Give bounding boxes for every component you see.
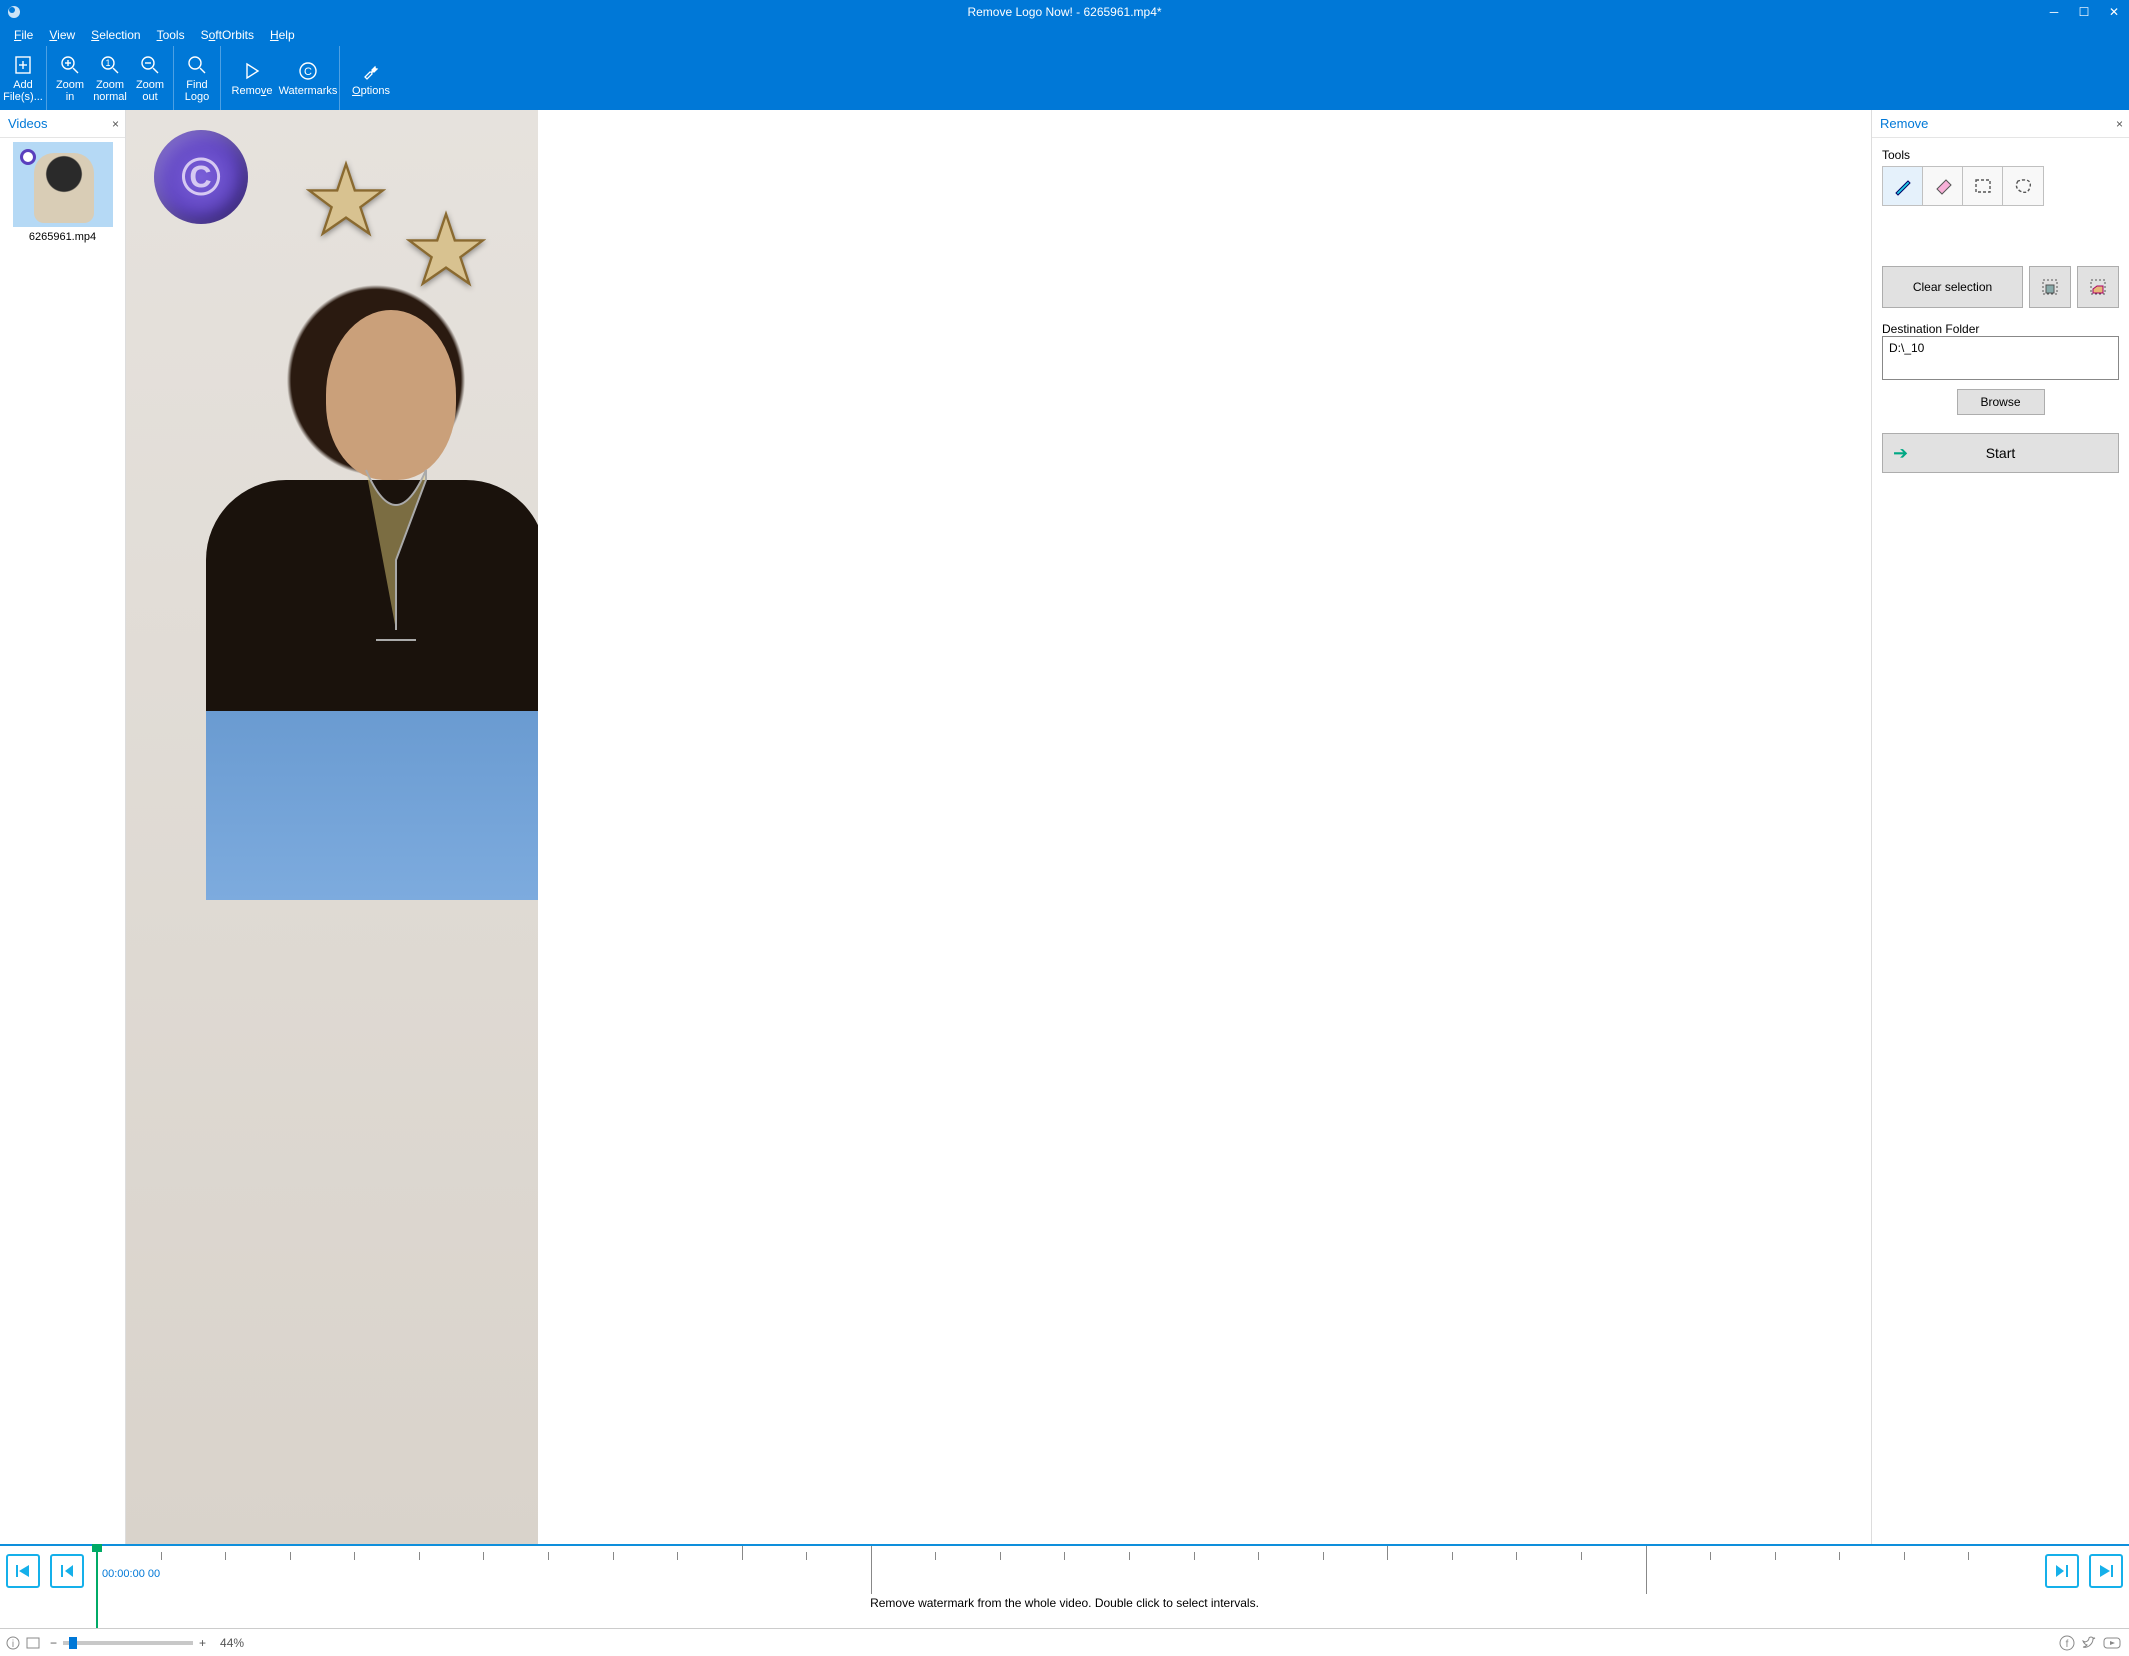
zoom-slider-track[interactable] <box>63 1641 193 1645</box>
start-arrow-icon: ➔ <box>1893 443 1908 464</box>
save-selection-button[interactable] <box>2029 266 2071 308</box>
svg-text:C: C <box>304 66 312 78</box>
video-thumbnail-image <box>13 142 113 227</box>
zoom-slider-thumb[interactable] <box>69 1637 77 1649</box>
timeline-time: 00:00:00 00 <box>102 1568 160 1580</box>
menu-selection[interactable]: Selection <box>83 26 148 44</box>
toolbar: Add File(s)... Zoom in 1 Zoom normal Zoo… <box>0 46 2129 110</box>
remove-panel: Remove × Tools Clear selection Destinati… <box>1871 110 2129 1544</box>
destination-folder-input[interactable] <box>1882 336 2119 380</box>
tools-label: Tools <box>1882 148 2119 162</box>
start-button[interactable]: ➔ Start <box>1882 433 2119 473</box>
video-thumbnail-item[interactable]: 6265961.mp4 <box>4 142 121 243</box>
options-label: Options <box>352 85 390 97</box>
zoom-normal-button[interactable]: 1 Zoom normal <box>90 46 130 110</box>
copyright-logo-overlay: © <box>154 130 248 224</box>
menu-softorbits[interactable]: SoftOrbits <box>193 26 262 44</box>
add-files-label: Add File(s)... <box>3 79 43 103</box>
zoom-in-label: Zoom in <box>56 79 84 103</box>
fit-screen-icon[interactable] <box>26 1636 40 1650</box>
zoom-plus-icon[interactable]: + <box>199 1636 206 1650</box>
menu-tools[interactable]: Tools <box>149 26 193 44</box>
play-icon <box>242 59 262 83</box>
zoom-out-button[interactable]: Zoom out <box>130 46 170 110</box>
preview-canvas[interactable]: © <box>126 110 1871 1544</box>
remove-button[interactable]: Remove <box>224 46 280 110</box>
load-selection-button[interactable] <box>2077 266 2119 308</box>
clear-selection-button[interactable]: Clear selection <box>1882 266 2023 308</box>
timeline: 00:00:00 00 Remove watermark from the wh… <box>0 1544 2129 1628</box>
window-title: Remove Logo Now! - 6265961.mp4* <box>967 5 1161 19</box>
skip-end-button[interactable] <box>2089 1554 2123 1588</box>
videos-panel-title: Videos <box>8 116 48 131</box>
zoom-minus-icon[interactable]: − <box>50 1636 57 1650</box>
zoom-out-icon <box>140 53 160 77</box>
copyright-icon: C <box>298 59 318 83</box>
menubar: File View Selection Tools SoftOrbits Hel… <box>0 24 2129 46</box>
menu-file[interactable]: File <box>6 26 41 44</box>
find-logo-button[interactable]: Find Logo <box>177 46 217 110</box>
svg-text:1: 1 <box>105 58 110 68</box>
rectangle-select-tool[interactable] <box>1963 167 2003 205</box>
browse-button[interactable]: Browse <box>1957 389 2045 415</box>
titlebar: Remove Logo Now! - 6265961.mp4* ─ ☐ ✕ <box>0 0 2129 24</box>
remove-panel-header: Remove × <box>1872 110 2129 138</box>
zoom-out-label: Zoom out <box>136 79 164 103</box>
facebook-icon[interactable]: f <box>2059 1635 2075 1651</box>
add-files-button[interactable]: Add File(s)... <box>3 46 43 110</box>
maximize-button[interactable]: ☐ <box>2069 0 2099 24</box>
watermarks-label: Watermarks <box>279 85 338 97</box>
info-icon[interactable]: i <box>6 1636 20 1650</box>
zoom-percent: 44% <box>220 1636 244 1650</box>
zoom-in-icon <box>60 53 80 77</box>
videos-panel: Videos × 6265961.mp4 <box>0 110 126 1544</box>
remove-panel-title: Remove <box>1880 116 1928 131</box>
watermarks-button[interactable]: C Watermarks <box>280 46 336 110</box>
tools-grid <box>1882 166 2044 206</box>
zoom-slider[interactable]: − + 44% <box>50 1636 244 1650</box>
lasso-select-tool[interactable] <box>2003 167 2043 205</box>
zoom-normal-label: Zoom normal <box>93 79 127 103</box>
youtube-icon[interactable] <box>2103 1635 2121 1651</box>
remove-label: Remove <box>232 85 273 97</box>
close-button[interactable]: ✕ <box>2099 0 2129 24</box>
svg-text:i: i <box>12 1639 14 1650</box>
timeline-help-text: Remove watermark from the whole video. D… <box>96 1596 2033 1610</box>
statusbar: i − + 44% f <box>0 1628 2129 1656</box>
find-logo-label: Find Logo <box>185 79 209 103</box>
video-preview: © <box>126 110 538 1544</box>
zoom-in-button[interactable]: Zoom in <box>50 46 90 110</box>
next-frame-button[interactable] <box>2045 1554 2079 1588</box>
videos-panel-header: Videos × <box>0 110 125 138</box>
wine-glass-icon <box>356 460 436 660</box>
remove-panel-close[interactable]: × <box>2116 117 2123 131</box>
minimize-button[interactable]: ─ <box>2039 0 2069 24</box>
app-icon <box>5 3 23 21</box>
skip-start-button[interactable] <box>6 1554 40 1588</box>
video-thumbnail-filename: 6265961.mp4 <box>4 231 121 243</box>
menu-help[interactable]: Help <box>262 26 303 44</box>
timeline-left-controls <box>6 1554 84 1588</box>
timeline-right-controls <box>2045 1554 2123 1588</box>
twitter-icon[interactable] <box>2081 1635 2097 1651</box>
videos-panel-close[interactable]: × <box>112 117 119 131</box>
timeline-track[interactable]: 00:00:00 00 Remove watermark from the wh… <box>96 1546 2033 1628</box>
zoom-normal-icon: 1 <box>100 53 120 77</box>
start-label: Start <box>1986 445 2016 461</box>
options-button[interactable]: Options <box>343 46 399 110</box>
eraser-tool[interactable] <box>1923 167 1963 205</box>
add-file-icon <box>13 53 33 77</box>
svg-text:f: f <box>2066 1639 2069 1650</box>
prev-frame-button[interactable] <box>50 1554 84 1588</box>
timeline-playhead[interactable] <box>96 1546 98 1628</box>
wrench-icon <box>361 59 381 83</box>
destination-label: Destination Folder <box>1882 322 2119 336</box>
marker-tool[interactable] <box>1883 167 1923 205</box>
menu-view[interactable]: View <box>41 26 83 44</box>
find-logo-icon <box>187 53 207 77</box>
